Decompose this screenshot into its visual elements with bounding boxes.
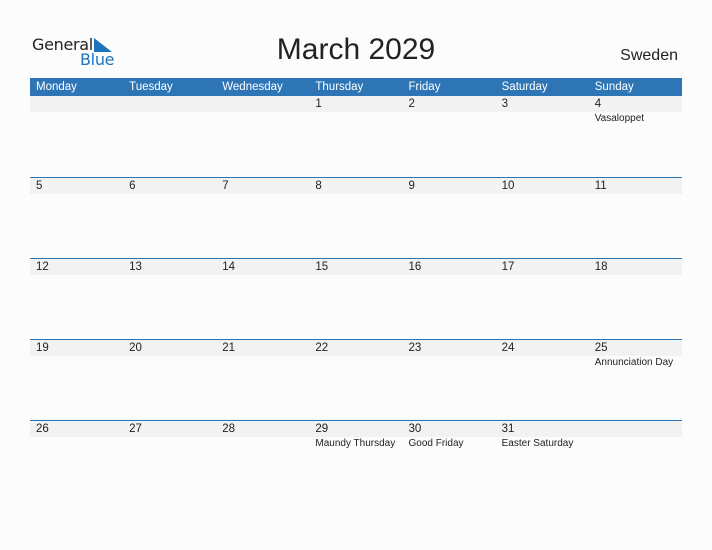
holiday-label: [216, 356, 309, 370]
day-number-row: 26 27 28 29 30 31: [30, 421, 682, 437]
day-number: 30: [408, 423, 422, 435]
day-number: 25: [594, 342, 608, 354]
day-number: 11: [594, 180, 607, 192]
day-number: 28: [222, 423, 236, 435]
day-number: 3: [501, 98, 509, 110]
holiday-label: [30, 112, 123, 126]
holiday-label: [216, 112, 309, 126]
day-number: 4: [594, 98, 602, 110]
day-number: [123, 96, 216, 112]
calendar-title: March 2029: [276, 33, 436, 66]
holiday-label: [30, 356, 123, 370]
holiday-row: Maundy Thursday Good Friday Easter Saturda…: [30, 437, 682, 451]
day-number: 14: [222, 261, 236, 273]
holiday-label: [309, 356, 402, 370]
day-number: [30, 96, 123, 112]
day-number: 2: [408, 98, 415, 110]
holiday-label: Maundy Thursday: [315, 438, 396, 449]
day-number: [216, 96, 309, 112]
holiday-row: Annunciation Day: [30, 356, 682, 370]
holiday-label: Vasaloppet: [594, 113, 645, 124]
holiday-label: [589, 437, 682, 451]
week-row: 12 13 14 15 16 17 18: [30, 258, 682, 339]
weekday-saturday: Saturday: [501, 81, 548, 93]
day-number: 26: [36, 423, 49, 435]
day-number: 22: [315, 342, 329, 354]
holiday-label: Easter Saturday: [501, 438, 574, 449]
day-number: 5: [36, 180, 43, 192]
weekday-tuesday: Tuesday: [129, 81, 173, 93]
week-row: 26 27 28 29 30 31 Maundy Thursday Good Friday Ea…: [30, 420, 682, 501]
holiday-label: Annunciation Day: [594, 357, 674, 368]
calendar-grid: Monday Tuesday Wednesday Thursday Friday…: [30, 78, 682, 501]
day-number: 29: [315, 423, 329, 435]
holiday-label: [496, 356, 589, 370]
day-number: 6: [129, 180, 136, 192]
day-number: 1: [315, 98, 322, 110]
holiday-label: [30, 437, 123, 451]
weekday-wednesday: Wednesday: [222, 81, 283, 93]
holiday-label: [496, 112, 589, 126]
weekday-sunday: Sunday: [594, 81, 634, 93]
holiday-label: [403, 356, 496, 370]
day-number: 31: [501, 423, 515, 435]
day-number: 9: [408, 180, 415, 192]
day-number: 13: [129, 261, 142, 273]
day-number: 19: [36, 342, 49, 354]
day-number: 23: [408, 342, 422, 354]
day-number: 15: [315, 261, 329, 273]
day-number: 7: [222, 180, 229, 192]
holiday-label: [123, 437, 216, 451]
day-number-row: 12 13 14 15 16 17 18: [30, 259, 682, 275]
weekday-friday: Friday: [408, 81, 441, 93]
holiday-label: [123, 356, 216, 370]
day-number: 18: [594, 261, 608, 273]
week-row: 19 20 21 22 23 24 25 Annunciation Day: [30, 339, 682, 420]
day-number: 8: [315, 180, 322, 192]
day-number: 10: [501, 180, 515, 192]
day-number: 16: [408, 261, 422, 273]
weekday-monday: Monday: [36, 81, 77, 93]
day-number: 12: [36, 261, 49, 273]
weekday-thursday: Thursday: [315, 81, 364, 93]
day-number: 24: [501, 342, 515, 354]
weekday-header: Monday Tuesday Wednesday Thursday Friday…: [30, 78, 682, 96]
holiday-label: [216, 437, 309, 451]
holiday-label: [403, 112, 496, 126]
holiday-label: Good Friday: [408, 438, 464, 449]
day-number-row: 1 2 3 4: [30, 96, 682, 112]
day-number: 27: [129, 423, 142, 435]
day-number-row: 19 20 21 22 23 24 25: [30, 340, 682, 356]
holiday-row: Vasaloppet: [30, 112, 682, 126]
day-number-row: 5 6 7 8 9 10 11: [30, 178, 682, 194]
day-number: 20: [129, 342, 142, 354]
day-number: [589, 421, 682, 437]
country-label: Sweden: [620, 47, 678, 64]
week-row: 1 2 3 4 Vasaloppet: [30, 96, 682, 177]
week-row: 5 6 7 8 9 10 11: [30, 177, 682, 258]
day-number: 21: [222, 342, 236, 354]
holiday-label: [309, 112, 402, 126]
holiday-label: [123, 112, 216, 126]
day-number: 17: [501, 261, 515, 273]
